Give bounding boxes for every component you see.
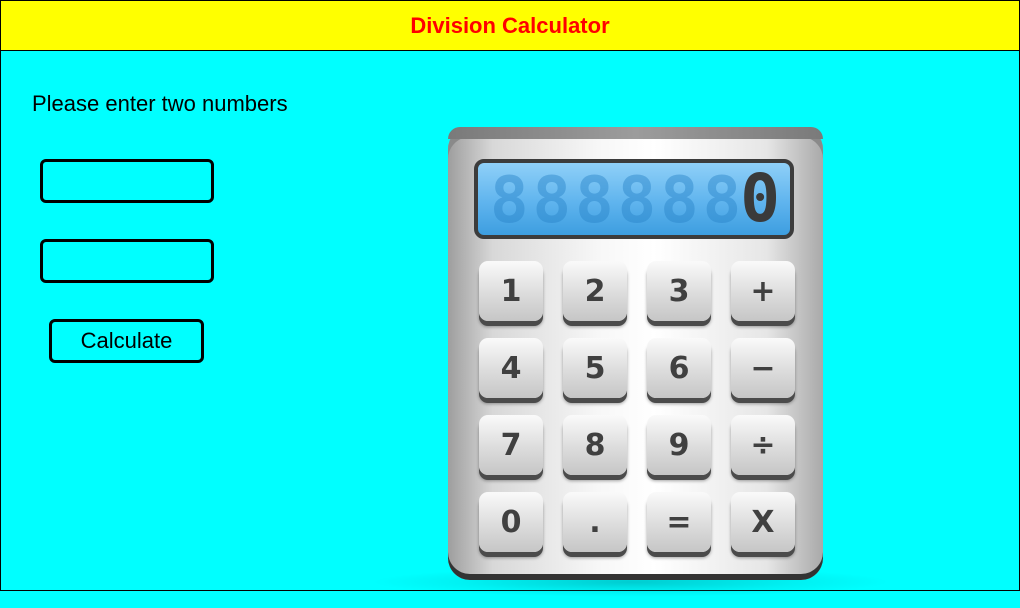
key-equals: = <box>647 492 711 552</box>
key-8: 8 <box>563 415 627 475</box>
page-title: Division Calculator <box>1 1 1019 51</box>
second-number-input[interactable] <box>40 239 214 283</box>
key-6: 6 <box>647 338 711 398</box>
key-3: 3 <box>647 261 711 321</box>
key-1: 1 <box>479 261 543 321</box>
key-multiply: X <box>731 492 795 552</box>
key-7: 7 <box>479 415 543 475</box>
display-ghost-digits: 888888 <box>490 164 746 238</box>
key-minus: − <box>731 338 795 398</box>
key-5: 5 <box>563 338 627 398</box>
key-divide: ÷ <box>731 415 795 475</box>
calculate-button[interactable]: Calculate <box>49 319 204 363</box>
key-9: 9 <box>647 415 711 475</box>
display-value: 0 <box>740 160 780 237</box>
key-decimal: . <box>563 492 627 552</box>
page-frame: Division Calculator Please enter two num… <box>0 0 1020 597</box>
key-0: 0 <box>479 492 543 552</box>
first-number-input[interactable] <box>40 159 214 203</box>
calculator-image: 888888 0 1 2 3 + 4 5 6 − 7 8 9 ÷ 0 . = X <box>448 127 823 580</box>
instruction-text: Please enter two numbers <box>32 91 288 116</box>
calculator-display: 888888 0 <box>474 159 794 239</box>
key-2: 2 <box>563 261 627 321</box>
key-plus: + <box>731 261 795 321</box>
key-4: 4 <box>479 338 543 398</box>
